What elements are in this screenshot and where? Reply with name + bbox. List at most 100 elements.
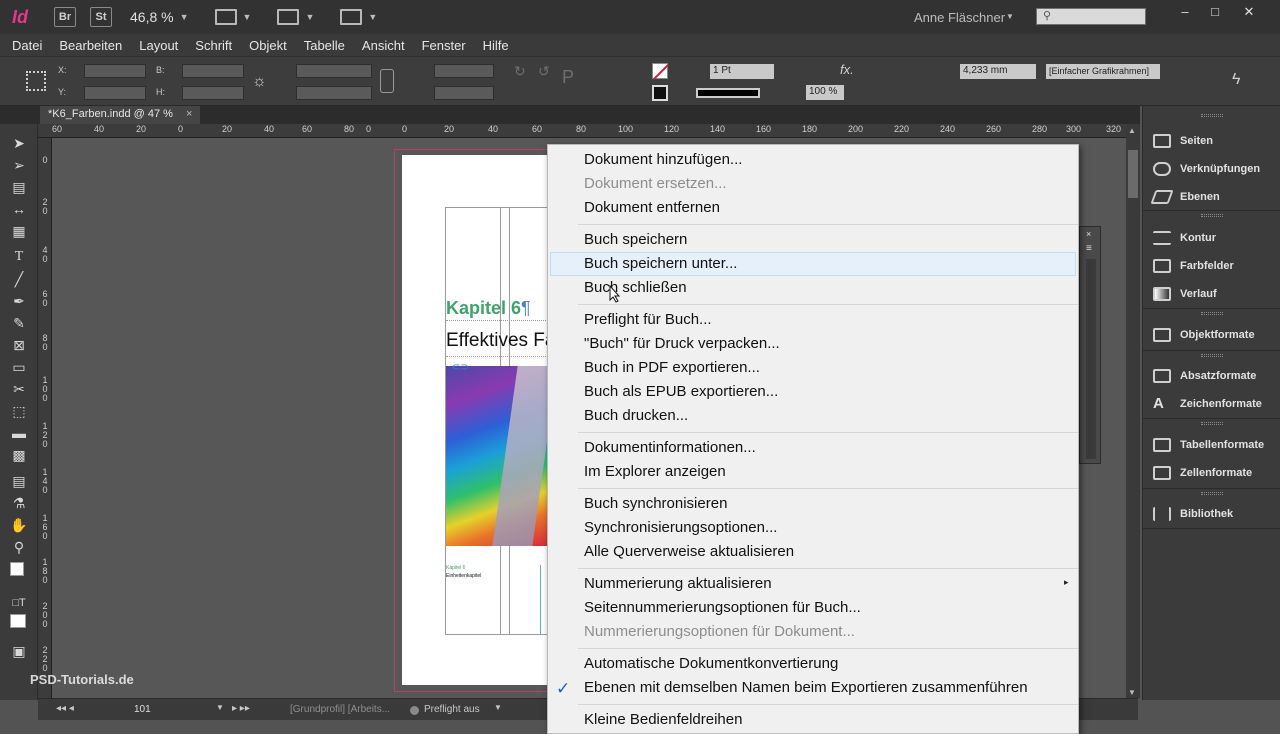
width-field[interactable] — [182, 64, 244, 78]
menu-hilfe[interactable]: Hilfe — [483, 38, 509, 53]
rotate-icon[interactable]: ↻ — [514, 63, 526, 80]
chevron-down-icon[interactable]: ▼ — [243, 12, 252, 22]
effects-icon[interactable]: fx. — [840, 62, 854, 77]
panel-menu-icon[interactable]: ≡ — [1086, 243, 1092, 254]
chevron-down-icon[interactable]: ▼ — [1006, 12, 1014, 21]
scissors-tool-icon[interactable]: ✂ — [10, 380, 28, 398]
opacity-field[interactable]: 100 % — [806, 85, 844, 100]
panel-kontur[interactable]: Kontur — [1153, 231, 1216, 245]
search-input[interactable]: ⚲ — [1036, 8, 1146, 25]
link-icon[interactable]: ⊂⊃ — [452, 362, 469, 373]
page-tool-icon[interactable]: ▤ — [10, 178, 28, 196]
object-style-dropdown[interactable]: [Einfacher Grafikrahmen] — [1046, 64, 1160, 79]
menu-item-automatische-konvertierung[interactable]: Automatische Dokumentkonvertierung — [584, 655, 838, 672]
maximize-button[interactable]: □ — [1202, 4, 1228, 20]
menu-item-preflight[interactable]: Preflight für Buch... — [584, 311, 712, 328]
menu-item-buch-speichern[interactable]: Buch speichern — [584, 231, 687, 248]
panel-grip[interactable] — [1201, 422, 1223, 425]
close-icon[interactable]: × — [186, 108, 192, 120]
selection-tool-icon[interactable]: ➤ — [10, 134, 28, 152]
close-icon[interactable]: × — [1086, 229, 1091, 239]
screen-mode-icon[interactable]: ▣ — [10, 642, 28, 660]
panel-grip[interactable] — [1201, 214, 1223, 217]
chevron-down-icon[interactable]: ▼ — [305, 12, 314, 22]
pen-tool-icon[interactable]: ✒ — [10, 292, 28, 310]
hand-tool-icon[interactable]: ✋ — [10, 516, 28, 534]
scroll-down-icon[interactable]: ▼ — [1128, 688, 1136, 697]
preflight-status[interactable]: Preflight aus — [424, 704, 480, 715]
rectangle-tool-icon[interactable]: ▭ — [10, 358, 28, 376]
close-button[interactable]: ✕ — [1236, 4, 1262, 20]
type-tool-icon[interactable]: T — [10, 248, 28, 266]
apply-none-icon[interactable] — [10, 614, 26, 628]
menu-item-synchronisierungsoptionen[interactable]: Synchronisierungsoptionen... — [584, 519, 777, 536]
gradient-feather-tool-icon[interactable]: ▩ — [10, 446, 28, 464]
panel-ebenen[interactable]: Ebenen — [1150, 190, 1220, 204]
content-collector-icon[interactable]: ▦ — [10, 222, 28, 240]
book-panel-scrollbar[interactable] — [1086, 259, 1096, 459]
reference-point-icon[interactable] — [26, 71, 46, 91]
panel-grip[interactable] — [1201, 312, 1223, 315]
menu-item-nummerierung-aktualisieren[interactable]: Nummerierung aktualisieren — [584, 575, 772, 592]
view-options-icon[interactable] — [214, 9, 237, 25]
panel-verlauf[interactable]: Verlauf — [1153, 287, 1217, 301]
link-icon[interactable] — [380, 69, 394, 93]
rotate-field[interactable] — [434, 64, 494, 78]
note-tool-icon[interactable]: ▤ — [10, 472, 28, 490]
menu-datei[interactable]: Datei — [12, 38, 42, 53]
menu-ansicht[interactable]: Ansicht — [362, 38, 405, 53]
flip-icon[interactable]: P — [562, 67, 574, 88]
menu-objekt[interactable]: Objekt — [249, 38, 287, 53]
menu-item-im-explorer-anzeigen[interactable]: Im Explorer anzeigen — [584, 463, 726, 480]
page-forward-icon[interactable]: ▸ ▸▸ — [232, 703, 250, 714]
lightning-icon[interactable]: ϟ — [1232, 71, 1240, 89]
menu-item-ebenen-zusammenfuehren[interactable]: Ebenen mit demselben Namen beim Exportie… — [584, 679, 1028, 696]
menu-schrift[interactable]: Schrift — [195, 38, 232, 53]
pencil-tool-icon[interactable]: ✎ — [10, 314, 28, 332]
arrange-documents-icon[interactable] — [340, 9, 363, 25]
page-number-field[interactable]: 101 — [134, 704, 151, 715]
formatting-affects-icon[interactable]: □T — [10, 594, 28, 612]
chevron-down-icon[interactable]: ▼ — [180, 12, 189, 22]
menu-item-buch-synchronisieren[interactable]: Buch synchronisieren — [584, 495, 727, 512]
menu-item-buch-drucken[interactable]: Buch drucken... — [584, 407, 688, 424]
free-transform-tool-icon[interactable]: ⬚ — [10, 402, 28, 420]
menu-item-druck-verpacken[interactable]: "Buch" für Druck verpacken... — [584, 335, 780, 352]
scrollbar-thumb[interactable] — [1128, 150, 1138, 198]
bridge-button[interactable]: Br — [54, 7, 76, 27]
menu-fenster[interactable]: Fenster — [422, 38, 466, 53]
panel-grip[interactable] — [1201, 354, 1223, 357]
menu-layout[interactable]: Layout — [139, 38, 178, 53]
panel-grip[interactable] — [1201, 114, 1223, 117]
zoom-tool-icon[interactable]: ⚲ — [10, 538, 28, 556]
stroke-swatch[interactable] — [652, 85, 668, 101]
shear-field[interactable] — [434, 86, 494, 100]
panel-tabellenformate[interactable]: Tabellenformate — [1153, 438, 1264, 452]
rectangle-frame-tool-icon[interactable]: ⊠ — [10, 336, 28, 354]
menu-item-dokumentinformationen[interactable]: Dokumentinformationen... — [584, 439, 756, 456]
line-tool-icon[interactable]: ╱ — [10, 270, 28, 288]
stock-button[interactable]: St — [90, 7, 112, 27]
menu-item-dokument-entfernen[interactable]: Dokument entfernen — [584, 199, 720, 216]
chapter-heading[interactable]: Kapitel 6¶ — [446, 298, 531, 319]
menu-item-buch-schliessen[interactable]: Buch schließen — [584, 279, 687, 296]
screen-mode-icon[interactable] — [277, 9, 300, 25]
scale-x-field[interactable] — [296, 64, 372, 78]
menu-item-pdf-export[interactable]: Buch in PDF exportieren... — [584, 359, 760, 376]
panel-zellenformate[interactable]: Zellenformate — [1153, 466, 1252, 480]
menu-tabelle[interactable]: Tabelle — [304, 38, 345, 53]
chevron-down-icon[interactable]: ▼ — [368, 12, 377, 22]
chevron-down-icon[interactable]: ▼ — [494, 703, 502, 712]
x-field[interactable] — [84, 64, 146, 78]
vertical-scrollbar[interactable] — [1126, 124, 1140, 698]
y-field[interactable] — [84, 86, 146, 100]
zoom-level[interactable]: 46,8 % — [130, 9, 174, 25]
preflight-profile[interactable]: [Grundprofil] [Arbeits... — [290, 704, 390, 715]
menu-item-epub-export[interactable]: Buch als EPUB exportieren... — [584, 383, 778, 400]
user-name[interactable]: Anne Fläschner — [914, 10, 1005, 25]
size-field[interactable]: 4,233 mm — [960, 64, 1036, 79]
document-tab[interactable]: *K6_Farben.indd @ 47 % × — [40, 106, 201, 124]
panel-verknuepfungen[interactable]: Verknüpfungen — [1153, 162, 1260, 176]
height-field[interactable] — [182, 86, 244, 100]
menu-bearbeiten[interactable]: Bearbeiten — [59, 38, 122, 53]
